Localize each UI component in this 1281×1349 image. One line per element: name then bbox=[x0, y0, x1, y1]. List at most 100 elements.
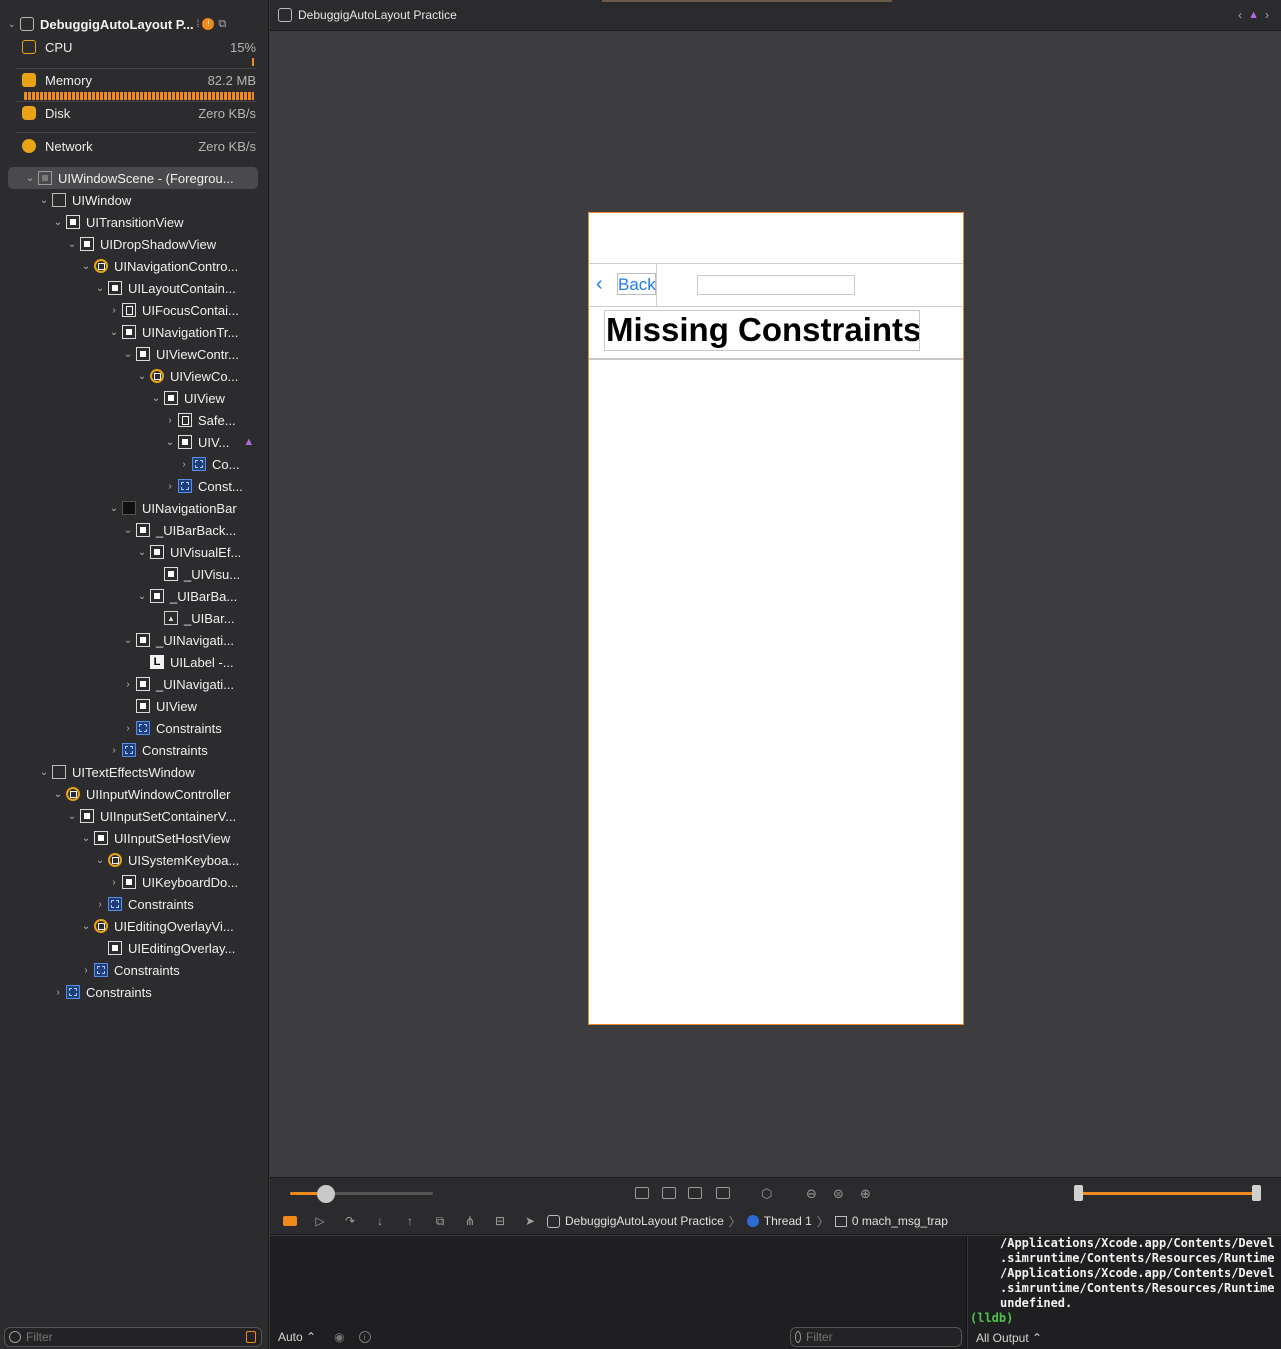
chevron-right-icon[interactable]: › bbox=[108, 745, 120, 756]
step-out-icon[interactable]: ↑ bbox=[403, 1214, 417, 1228]
step-into-icon[interactable]: ↓ bbox=[373, 1214, 387, 1228]
tree-row[interactable]: › Constraints bbox=[0, 739, 268, 761]
lldb-prompt[interactable]: (lldb) bbox=[970, 1311, 1275, 1326]
view-debugger-canvas[interactable]: ‹ Back Missing Constraints bbox=[270, 31, 1281, 1177]
console-output[interactable]: /Applications/Xcode.app/Contents/Devel .s… bbox=[970, 1236, 1275, 1326]
change-canvas-icon[interactable] bbox=[716, 1187, 730, 1199]
chevron-down-icon[interactable]: ⌄ bbox=[24, 173, 36, 184]
editor-title[interactable]: DebuggigAutoLayout Practice bbox=[298, 8, 457, 22]
chevron-down-icon[interactable]: ⌄ bbox=[80, 833, 92, 844]
tree-row[interactable]: ⌄ _UIBarBa... bbox=[0, 585, 268, 607]
chevron-down-icon[interactable]: ⌄ bbox=[122, 349, 134, 360]
chevron-right-icon[interactable]: › bbox=[164, 415, 176, 426]
device-screen[interactable]: ‹ Back Missing Constraints bbox=[588, 212, 964, 1025]
tree-row[interactable]: ⌄ UIView bbox=[0, 387, 268, 409]
warning-triangle-icon[interactable]: ▲ bbox=[243, 436, 254, 448]
view-hierarchy-icon[interactable]: ⧉ bbox=[218, 18, 226, 31]
tree-row[interactable]: _UIVisu... bbox=[0, 563, 268, 585]
tree-row[interactable]: ⌄ _UIBarBack... bbox=[0, 519, 268, 541]
tree-row[interactable]: › UIKeyboardDo... bbox=[0, 871, 268, 893]
chevron-down-icon[interactable]: ⌄ bbox=[122, 635, 134, 646]
tree-row[interactable]: ⌄ UIVisualEf... bbox=[0, 541, 268, 563]
tree-row[interactable]: ⌄ UILayoutContain... bbox=[0, 277, 268, 299]
chevron-down-icon[interactable]: ⌄ bbox=[136, 591, 148, 602]
simulate-location-icon[interactable]: ➤ bbox=[523, 1214, 537, 1228]
tree-row[interactable]: ⌄ UIInputSetContainerV... bbox=[0, 805, 268, 827]
chevron-right-icon[interactable]: › bbox=[52, 987, 64, 998]
zoom-in-icon[interactable]: ⊕ bbox=[860, 1186, 871, 1202]
breadcrumb-frame[interactable]: 0 mach_msg_trap bbox=[834, 1214, 948, 1228]
navigator-filter-input[interactable] bbox=[26, 1330, 246, 1344]
eye-icon[interactable]: ◉ bbox=[334, 1330, 344, 1344]
chevron-right-icon[interactable]: › bbox=[178, 459, 190, 470]
chevron-right-icon[interactable]: › bbox=[122, 679, 134, 690]
chevron-left-icon[interactable]: ‹ bbox=[1238, 8, 1242, 22]
chevron-down-icon[interactable]: ⌄ bbox=[66, 239, 78, 250]
tree-row[interactable]: › Constraints bbox=[0, 981, 268, 1003]
range-handle-right[interactable] bbox=[1252, 1185, 1261, 1201]
chevron-down-icon[interactable]: ⌄ bbox=[66, 811, 78, 822]
tree-row[interactable]: L UILabel -... bbox=[0, 651, 268, 673]
show-clipped-icon[interactable] bbox=[635, 1187, 649, 1199]
tree-row[interactable]: › Constraints bbox=[0, 893, 268, 915]
chevron-down-icon[interactable]: ⌄ bbox=[94, 855, 106, 866]
missing-constraints-label[interactable]: Missing Constraints bbox=[604, 310, 920, 351]
console-output-filter[interactable]: All Output ⌃ bbox=[976, 1331, 1042, 1345]
chevron-down-icon[interactable]: ⌄ bbox=[136, 547, 148, 558]
gauge-disk[interactable]: Disk Zero KB/s bbox=[22, 102, 256, 124]
tree-row[interactable]: UIView bbox=[0, 695, 268, 717]
chevron-down-icon[interactable]: ⌄ bbox=[122, 525, 134, 536]
tree-row[interactable]: ⌄ UINavigationBar bbox=[0, 497, 268, 519]
tree-row[interactable]: › Const... bbox=[0, 475, 268, 497]
tree-row[interactable]: ▲ _UIBar... bbox=[0, 607, 268, 629]
chevron-down-icon[interactable]: ⌄ bbox=[80, 921, 92, 932]
gauge-network[interactable]: Network Zero KB/s bbox=[22, 135, 256, 157]
tree-row[interactable]: ⌄ UIInputSetHostView bbox=[0, 827, 268, 849]
back-button[interactable]: Back bbox=[618, 275, 656, 295]
tree-row[interactable]: ⌄ _UINavigati... bbox=[0, 629, 268, 651]
zoom-reset-icon[interactable]: ⊜ bbox=[833, 1186, 844, 1202]
chevron-down-icon[interactable]: ⌄ bbox=[108, 503, 120, 514]
chevron-down-icon[interactable]: ⌄ bbox=[150, 393, 162, 404]
tree-row[interactable]: UIEditingOverlay... bbox=[0, 937, 268, 959]
show-constraints-icon[interactable] bbox=[662, 1187, 676, 1199]
chevron-down-icon[interactable]: ⌄ bbox=[136, 371, 148, 382]
continue-icon[interactable]: ▷ bbox=[313, 1214, 327, 1228]
tree-row[interactable]: ⌄ UIInputWindowController bbox=[0, 783, 268, 805]
spacing-slider-knob[interactable] bbox=[316, 1185, 335, 1203]
depth-range-track[interactable] bbox=[1077, 1192, 1257, 1195]
process-row[interactable]: ⌄ DebuggigAutoLayout P... ⁞ ! ⧉ bbox=[8, 13, 262, 35]
chevron-right-icon[interactable]: › bbox=[80, 965, 92, 976]
console[interactable]: /Applications/Xcode.app/Contents/Devel .s… bbox=[968, 1236, 1281, 1349]
debug-view-hierarchy-icon[interactable]: ⧉ bbox=[433, 1214, 447, 1228]
orient-3d-icon[interactable]: ⬡ bbox=[761, 1186, 772, 1202]
chevron-down-icon[interactable]: ⌄ bbox=[94, 283, 106, 294]
chevron-right-icon[interactable]: › bbox=[94, 899, 106, 910]
variables-view[interactable]: Auto ⌃ ◉ i bbox=[270, 1236, 967, 1349]
variables-scope-popup[interactable]: Auto ⌃ bbox=[278, 1330, 316, 1344]
tree-row[interactable]: ⌄ UIV... ▲ bbox=[0, 431, 268, 453]
tree-row[interactable]: › UIFocusContai... bbox=[0, 299, 268, 321]
range-handle-left[interactable] bbox=[1074, 1185, 1083, 1201]
tree-row[interactable]: › Safe... bbox=[0, 409, 268, 431]
tree-row[interactable]: › Co... bbox=[0, 453, 268, 475]
variables-filter[interactable] bbox=[790, 1327, 962, 1347]
info-icon[interactable]: i bbox=[358, 1331, 371, 1343]
step-over-icon[interactable]: ↷ bbox=[343, 1214, 357, 1228]
tree-row[interactable]: ⌄ UITransitionView bbox=[0, 211, 268, 233]
object-filter-icon[interactable] bbox=[246, 1331, 256, 1343]
chevron-down-icon[interactable]: ⌄ bbox=[38, 767, 50, 778]
back-chevron-icon[interactable]: ‹ bbox=[596, 274, 603, 294]
chevron-down-icon[interactable]: ⌄ bbox=[80, 261, 92, 272]
navigation-title-view[interactable] bbox=[697, 275, 855, 295]
tree-row[interactable]: ⌄ UINavigationContro... bbox=[0, 255, 268, 277]
chevron-down-icon[interactable]: ⌄ bbox=[52, 789, 64, 800]
navigator-filter[interactable] bbox=[4, 1327, 262, 1347]
chevron-right-icon[interactable]: › bbox=[108, 877, 120, 888]
gauge-cpu[interactable]: CPU 15% bbox=[22, 36, 256, 58]
chevron-down-icon[interactable]: ⌄ bbox=[52, 217, 64, 228]
tree-row[interactable]: › Constraints bbox=[0, 717, 268, 739]
tree-row[interactable]: ⌄ UIEditingOverlayVi... bbox=[0, 915, 268, 937]
chevron-right-icon[interactable]: › bbox=[122, 723, 134, 734]
tree-row[interactable]: ⌄ UIWindow bbox=[0, 189, 268, 211]
